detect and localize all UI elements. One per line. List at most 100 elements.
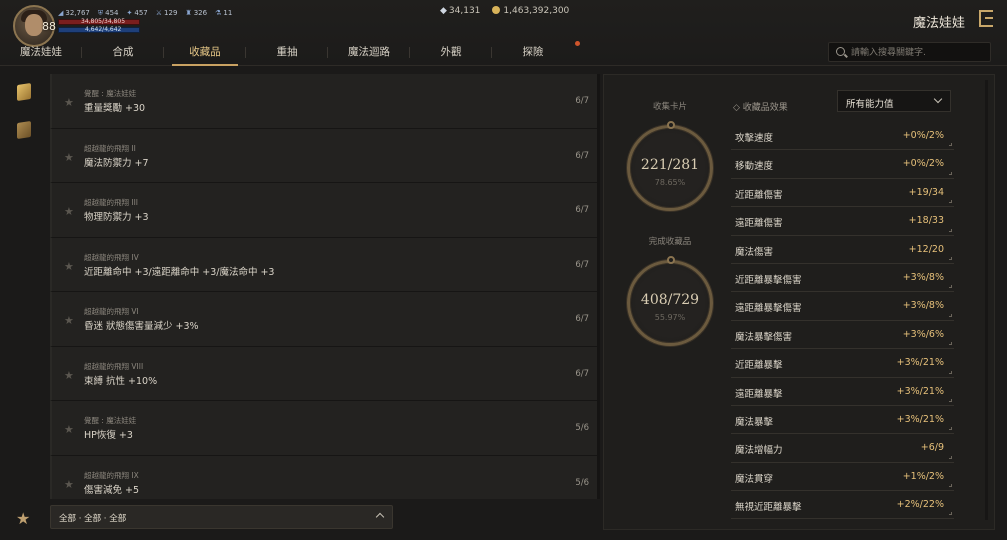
effect-row: 遠距離傷害 +18/33 <box>731 207 954 236</box>
effect-name: 魔法暴擊 <box>735 416 774 428</box>
corner-mark <box>949 427 952 431</box>
hp-text: 34,805/34,805 <box>81 18 126 25</box>
main-tabs: 魔法娃娃 合成 收藏品 重抽 魔法迴路 外觀 探險 <box>0 40 574 66</box>
item-count: 6/7 <box>575 150 589 161</box>
corner-mark <box>949 370 952 374</box>
ring-ornament <box>667 256 675 264</box>
effect-name: 魔法傷害 <box>735 246 774 258</box>
panel-scrollbar[interactable] <box>985 80 988 520</box>
armor-icon: ♜ <box>185 9 192 17</box>
tab-magic-circuit[interactable]: 魔法迴路 <box>328 40 410 66</box>
item-source: 超越龍的飛翔 IX <box>84 470 139 480</box>
corner-mark <box>949 342 952 346</box>
character-level: 88 <box>42 20 56 33</box>
gem-icon: ◆ <box>440 6 447 16</box>
effect-value: +1%/2% <box>902 470 944 482</box>
list-item[interactable]: ★ 超越龍的飛翔 IV 近距離命中 +3/遠距離命中 +3/魔法命中 +3 6/7 <box>50 237 597 292</box>
tab-magic-doll[interactable]: 魔法娃娃 <box>0 40 82 66</box>
corner-mark <box>949 484 952 488</box>
list-item[interactable]: ★ 超越龍的飛翔 II 魔法防禦力 +7 6/7 <box>50 128 597 183</box>
effect-value: +19/34 <box>908 186 944 198</box>
collect-cards-ring: 221/281 78.65% <box>627 121 713 211</box>
collection-effect-label: ◇ 收藏品效果 <box>733 100 788 113</box>
currency-display: ◆ 34,131 1,463,392,300 <box>440 6 569 16</box>
effect-name: 無視近距離暴擊 <box>735 502 802 514</box>
potion-icon: ⚗ <box>215 9 222 17</box>
effect-name: 遠距離暴擊傷害 <box>735 303 802 315</box>
list-item[interactable]: ★ 覺醒 : 魔法娃娃 HP恢復 +3 5/6 <box>50 401 597 456</box>
gold-coin-icon <box>492 6 501 14</box>
favorite-star-icon[interactable]: ★ <box>64 423 74 436</box>
chevron-up-icon <box>375 512 385 522</box>
corner-mark <box>949 313 952 317</box>
search-icon[interactable] <box>836 47 845 56</box>
list-item[interactable]: ★ 超越龍的飛翔 III 物理防禦力 +3 6/7 <box>50 183 597 238</box>
stat-sword: ⚔ 129 <box>156 9 178 18</box>
effect-name: 近距離傷害 <box>735 189 783 201</box>
effect-value: +12/20 <box>908 243 944 255</box>
favorite-star-icon[interactable]: ★ <box>64 151 74 164</box>
favorite-star-icon[interactable]: ★ <box>64 369 74 382</box>
tab-reroll[interactable]: 重抽 <box>246 40 328 66</box>
stat-defense: ⛨ 454 <box>98 9 119 18</box>
notification-dot <box>575 41 580 46</box>
stat-potion: ⚗ 11 <box>215 9 232 18</box>
effect-name: 遠距離傷害 <box>735 218 783 230</box>
mp-text: 4,642/4,642 <box>85 26 122 33</box>
effect-value: +18/33 <box>908 215 944 227</box>
favorite-star-icon[interactable]: ★ <box>64 314 74 327</box>
effect-row: 無視近距離暴擊 +2%/22% <box>731 491 954 520</box>
stat-filter-dropdown[interactable]: 所有能力值 <box>837 90 951 112</box>
item-count: 5/6 <box>575 477 589 488</box>
favorite-star-icon[interactable]: ★ <box>64 478 74 491</box>
effect-name: 攻擊速度 <box>735 133 774 144</box>
filter-dropdown[interactable]: 全部 · 全部 · 全部 <box>50 505 393 529</box>
tab-label: 合成 <box>112 46 134 58</box>
exit-icon[interactable] <box>979 10 993 27</box>
item-count: 6/7 <box>575 205 589 215</box>
tab-label: 魔法迴路 <box>348 46 390 58</box>
item-count: 6/7 <box>575 314 589 324</box>
item-source: 覺醒 : 魔法娃娃 <box>84 416 137 425</box>
list-item[interactable]: ★ 超越龍的飛翔 VI 昏迷 狀態傷害量減少 +3% 6/7 <box>50 292 597 347</box>
tab-appearance[interactable]: 外觀 <box>410 40 492 66</box>
gem-amount: 34,131 <box>448 6 481 16</box>
item-count: 5/6 <box>575 423 589 433</box>
completed-items-percent: 55.97% <box>654 313 686 322</box>
stat-value: 129 <box>164 9 178 17</box>
avatar-face <box>25 14 43 36</box>
favorite-star-icon[interactable]: ★ <box>64 96 74 109</box>
sword-icon: ⚔ <box>155 9 163 17</box>
effect-row: 魔法暴擊傷害 +3%/6% <box>731 321 954 350</box>
tab-exploration[interactable]: 探險 <box>492 40 574 66</box>
list-item[interactable]: ★ 覺醒 : 魔法娃娃 重量獎勵 +30 6/7 <box>50 74 597 129</box>
stat-value: 11 <box>223 9 233 17</box>
corner-mark <box>949 398 952 402</box>
tab-label: 探險 <box>522 46 544 58</box>
secondary-book-icon[interactable] <box>17 121 35 140</box>
search-input[interactable] <box>851 45 987 60</box>
gold-amount: 1,463,392,300 <box>503 6 570 16</box>
favorite-star-icon[interactable]: ★ <box>64 260 74 273</box>
completed-items-ring: 408/729 55.97% <box>627 256 713 346</box>
collection-book-icon[interactable] <box>17 83 35 102</box>
window-title: 魔法娃娃 <box>912 16 965 31</box>
list-item[interactable]: ★ 超越龍的飛翔 VIII 束縛 抗性 +10% 6/7 <box>50 346 597 401</box>
effect-value: +3%/21% <box>896 385 944 397</box>
favorite-star-icon[interactable]: ★ <box>64 205 74 218</box>
item-bonus: 束縛 抗性 +10% <box>84 375 158 387</box>
collection-effect-text: 收藏品效果 <box>742 103 788 113</box>
item-source: 超越龍的飛翔 III <box>84 198 139 207</box>
favorite-star-icon[interactable]: ★ <box>16 509 30 528</box>
list-item[interactable]: ★ 超越龍的飛翔 IX 傷害減免 +5 5/6 <box>50 455 597 499</box>
defense-icon: ⛨ <box>97 9 104 17</box>
tab-label: 魔法娃娃 <box>20 46 62 58</box>
list-scrollbar[interactable] <box>597 74 600 499</box>
effect-row: 魔法貫穿 +1%/2% <box>731 463 954 492</box>
item-source: 超越龍的飛翔 VI <box>84 307 139 316</box>
magic-icon: ✦ <box>126 9 133 17</box>
tab-collection[interactable]: 收藏品 <box>164 40 246 66</box>
item-bonus: 魔法防禦力 +7 <box>84 157 149 169</box>
filter-label: 全部 · 全部 · 全部 <box>59 514 127 524</box>
tab-synthesis[interactable]: 合成 <box>82 40 164 66</box>
